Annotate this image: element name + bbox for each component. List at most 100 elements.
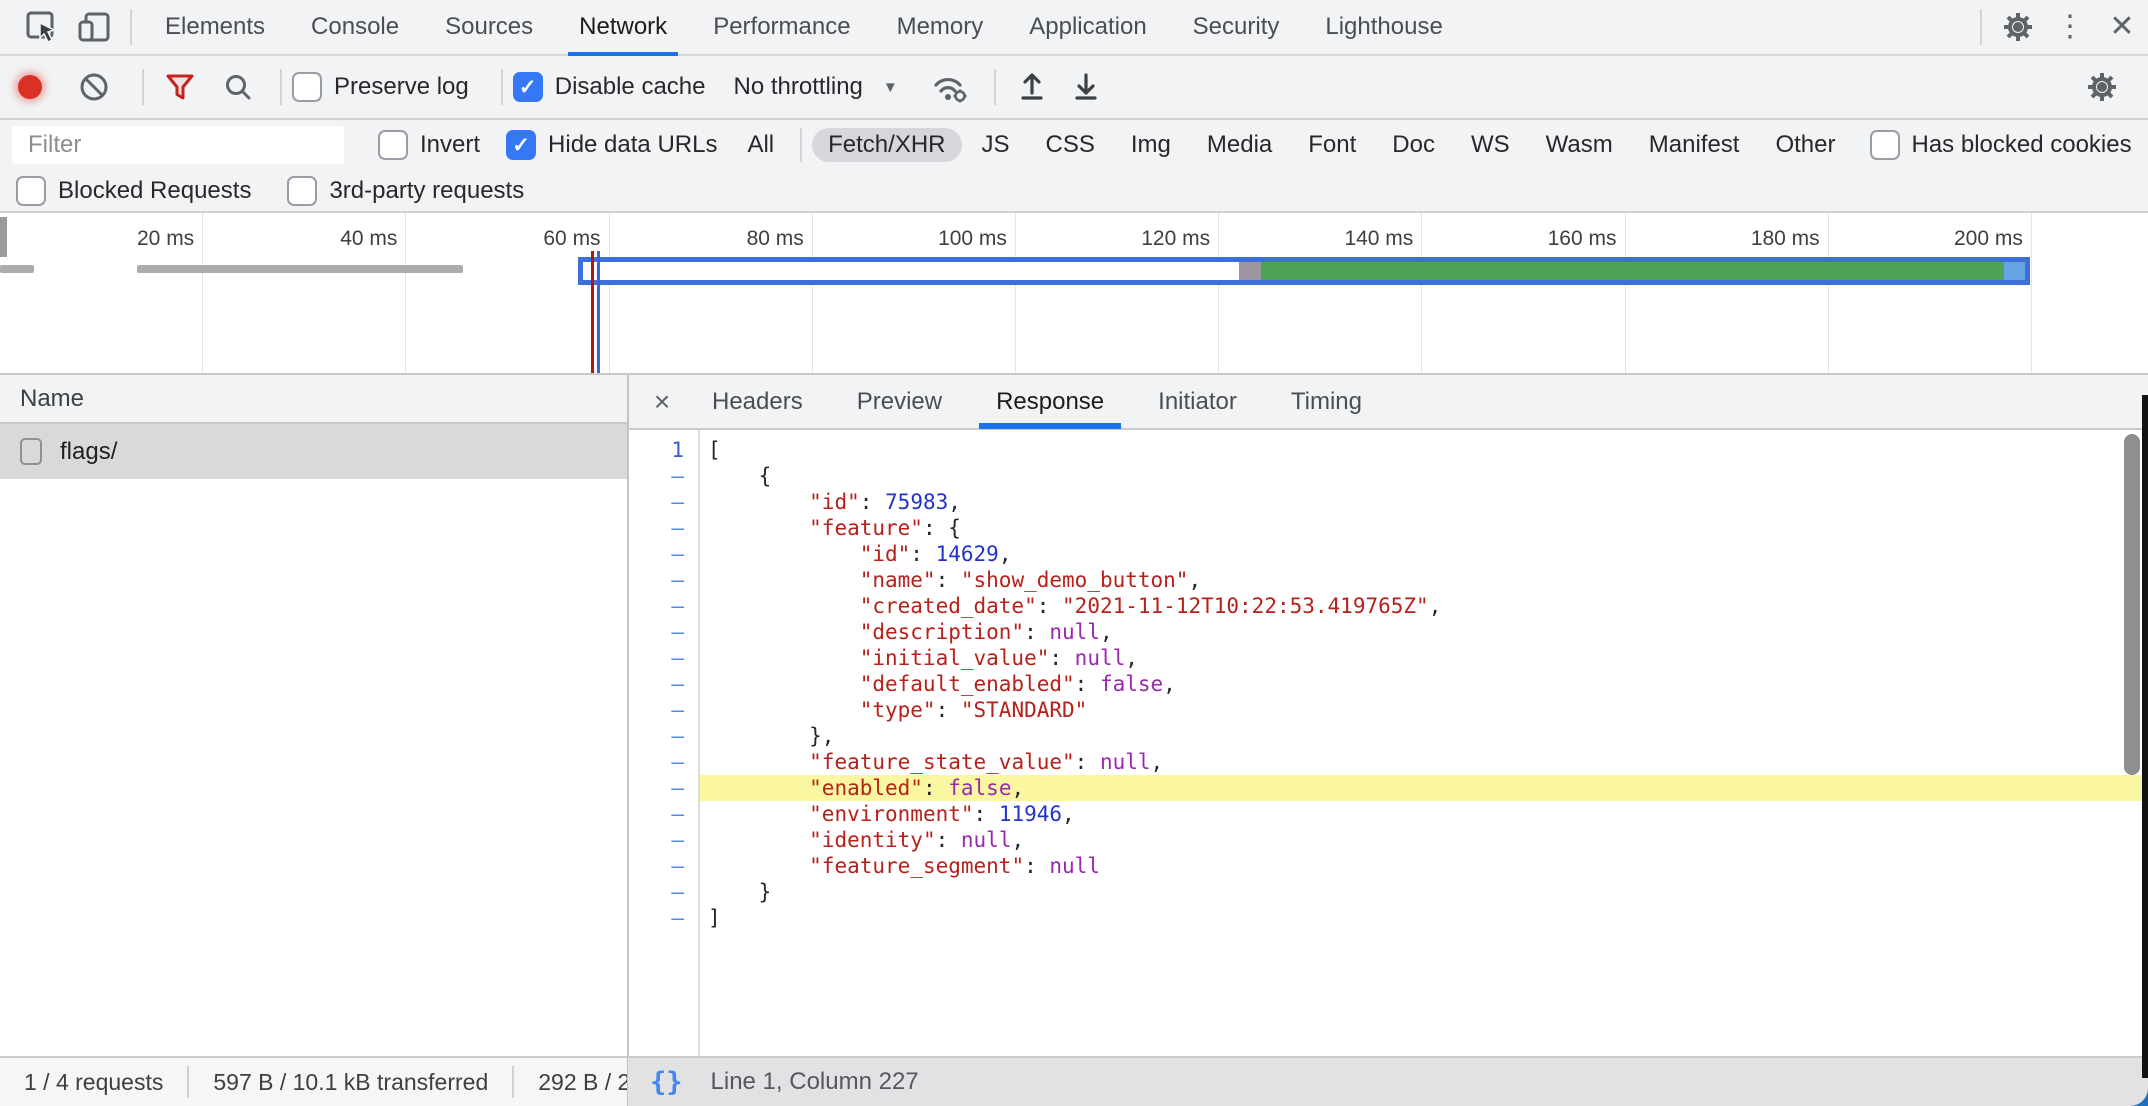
- request-name: flags/: [60, 438, 117, 466]
- toolbar-separator: [280, 69, 282, 105]
- blocked-requests-checkbox[interactable]: Blocked Requests: [16, 176, 251, 206]
- editor-status-bar: {} Line 1, Column 227: [628, 1056, 2148, 1106]
- panel-tab[interactable]: Network: [556, 0, 690, 55]
- panel-tab[interactable]: Memory: [874, 0, 1007, 55]
- cursor-position-label: Line 1, Column 227: [711, 1068, 919, 1096]
- filter-input[interactable]: [12, 126, 344, 164]
- response-viewer: 1–––––––––––––––––– [ { "id": 75983, "fe…: [629, 430, 2148, 1056]
- network-options-row: Blocked Requests 3rd-party requests: [0, 170, 2148, 213]
- detail-tab[interactable]: Timing: [1264, 374, 1389, 429]
- invert-checkbox[interactable]: Invert: [378, 130, 480, 160]
- detail-tab[interactable]: Initiator: [1131, 374, 1264, 429]
- summary-segment: 597 B / 10.1 kB transferred: [189, 1069, 512, 1096]
- resource-type-filter[interactable]: [800, 128, 802, 162]
- resource-type-filter[interactable]: Other: [1759, 128, 1851, 162]
- request-overview-bar: [0, 265, 34, 273]
- resource-type-filter[interactable]: Font: [1292, 128, 1372, 162]
- resource-type-filter[interactable]: All: [731, 128, 790, 162]
- code-gutter[interactable]: 1––––––––––––––––––: [629, 430, 700, 1056]
- resource-type-filter[interactable]: Manifest: [1633, 128, 1756, 162]
- checkbox-box: [16, 176, 46, 206]
- resource-type-filters: All Fetch/XHRJSCSSImgMediaFontDocWSWasmMa…: [729, 128, 1853, 162]
- resource-type-filter[interactable]: JS: [966, 128, 1026, 162]
- panel-tab[interactable]: Console: [288, 0, 422, 55]
- has-blocked-cookies-checkbox[interactable]: Has blocked cookies: [1870, 130, 2132, 160]
- summary-segment: 292 B / 2: [514, 1069, 628, 1096]
- network-conditions-icon[interactable]: [924, 63, 976, 111]
- checkbox-box: [287, 176, 317, 206]
- panel-tab[interactable]: Sources: [422, 0, 556, 55]
- close-devtools-icon[interactable]: ✕: [2096, 3, 2148, 51]
- dcl-event-line: [597, 251, 600, 375]
- export-har-icon[interactable]: [1060, 63, 1112, 111]
- resource-type-filter[interactable]: Doc: [1376, 128, 1451, 162]
- network-summary-bar: 1 / 4 requests 597 B / 10.1 kB transferr…: [0, 1056, 628, 1106]
- request-rows: flags/: [0, 424, 628, 479]
- network-settings-gear-icon[interactable]: [2076, 63, 2128, 111]
- settings-gear-icon[interactable]: [1992, 3, 2044, 51]
- resource-type-filter[interactable]: WS: [1455, 128, 1526, 162]
- devtools-tabbar: ElementsConsoleSourcesNetworkPerformance…: [0, 0, 2148, 56]
- resource-type-filter[interactable]: Wasm: [1530, 128, 1629, 162]
- pretty-print-icon[interactable]: {}: [650, 1067, 683, 1098]
- summary-segment: 1 / 4 requests: [0, 1069, 187, 1096]
- close-detail-icon[interactable]: ×: [639, 386, 685, 418]
- load-event-line: [591, 251, 594, 375]
- clear-network-log-icon[interactable]: [68, 63, 120, 111]
- import-har-icon[interactable]: [1006, 63, 1058, 111]
- checkbox-box: [378, 130, 408, 160]
- checkbox-box: [292, 72, 322, 102]
- detail-tab[interactable]: Headers: [685, 374, 830, 429]
- toolbar-separator: [130, 9, 132, 45]
- throttling-select[interactable]: No throttling: [733, 73, 862, 101]
- toolbar-separator: [1980, 9, 1982, 45]
- selected-request-overview-bar: [578, 257, 2030, 285]
- pane-divider[interactable]: [627, 375, 629, 1106]
- hide-data-urls-checkbox[interactable]: Hide data URLs: [506, 130, 717, 160]
- request-row[interactable]: flags/: [0, 424, 628, 479]
- panel-tab[interactable]: Performance: [690, 0, 873, 55]
- record-network-log-button[interactable]: [18, 75, 42, 99]
- network-toolbar: Preserve log Disable cache No throttling…: [0, 56, 2148, 120]
- checkbox-box: [513, 72, 543, 102]
- detail-tabbar: × HeadersPreviewResponseInitiatorTiming: [629, 375, 2148, 430]
- panel-tabs: ElementsConsoleSourcesNetworkPerformance…: [142, 0, 1466, 55]
- throttling-dropdown-arrow[interactable]: ▼: [883, 79, 898, 96]
- toolbar-separator: [994, 69, 996, 105]
- resource-type-filter[interactable]: Fetch/XHR: [812, 128, 961, 162]
- resource-type-filter[interactable]: CSS: [1030, 128, 1111, 162]
- third-party-requests-checkbox[interactable]: 3rd-party requests: [287, 176, 524, 206]
- network-filter-row: Invert Hide data URLs All Fetch/XHRJSCSSI…: [0, 120, 2148, 170]
- requests-pane: Name flags/: [0, 375, 628, 1056]
- detail-tab[interactable]: Response: [969, 374, 1131, 429]
- devtools-window: ElementsConsoleSourcesNetworkPerformance…: [0, 0, 2148, 1106]
- panel-tab[interactable]: Security: [1170, 0, 1303, 55]
- toolbar-separator: [501, 69, 503, 105]
- vertical-scrollbar-thumb[interactable]: [2124, 434, 2140, 775]
- more-options-icon[interactable]: ⋮: [2044, 3, 2096, 51]
- resource-type-filter[interactable]: Media: [1191, 128, 1288, 162]
- name-column-header[interactable]: Name: [0, 375, 628, 424]
- panel-tab[interactable]: Elements: [142, 0, 288, 55]
- window-edge-artifact: [2142, 395, 2148, 1078]
- network-overview-timeline[interactable]: 20 ms40 ms60 ms80 ms100 ms120 ms140 ms16…: [0, 213, 2148, 375]
- request-overview-bar: [137, 265, 463, 273]
- document-icon: [20, 438, 42, 465]
- panel-tab[interactable]: Application: [1006, 0, 1169, 55]
- preserve-log-checkbox[interactable]: Preserve log: [292, 72, 469, 102]
- device-toolbar-icon[interactable]: [68, 3, 120, 51]
- code-lines: [ { "id": 75983, "feature": { "id": 1462…: [700, 430, 2148, 1056]
- resource-type-filter[interactable]: Img: [1115, 128, 1187, 162]
- filter-funnel-icon[interactable]: [154, 63, 206, 111]
- detail-tab[interactable]: Preview: [830, 374, 969, 429]
- request-detail-pane: × HeadersPreviewResponseInitiatorTiming …: [629, 375, 2148, 1056]
- search-icon[interactable]: [212, 63, 264, 111]
- disable-cache-checkbox[interactable]: Disable cache: [513, 72, 706, 102]
- inspect-element-icon[interactable]: [16, 3, 68, 51]
- checkbox-box: [506, 130, 536, 160]
- panel-tab[interactable]: Lighthouse: [1302, 0, 1465, 55]
- checkbox-box: [1870, 130, 1900, 160]
- toolbar-separator: [142, 69, 144, 105]
- overview-bars: [0, 213, 2148, 375]
- detail-tabs: HeadersPreviewResponseInitiatorTiming: [685, 374, 1389, 429]
